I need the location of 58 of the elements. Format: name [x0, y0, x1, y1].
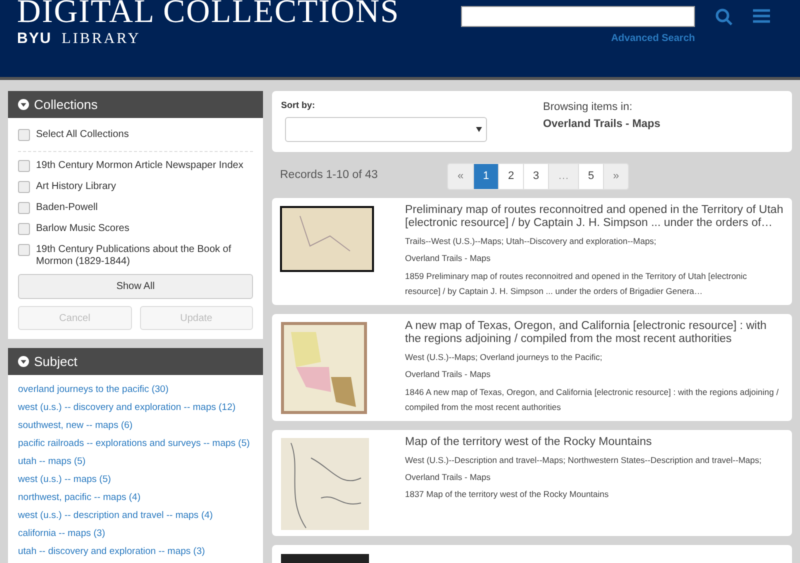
page-button[interactable]: »	[603, 164, 628, 188]
subject-link[interactable]: northwest, pacific -- maps (4)	[18, 491, 253, 504]
checkbox[interactable]	[18, 223, 30, 235]
browsing-collection: Overland Trails - Maps	[543, 116, 660, 132]
result-title[interactable]: Map of the territory west of the Rocky Mountains	[405, 436, 762, 448]
checkbox[interactable]	[18, 244, 30, 256]
checkbox[interactable]	[18, 181, 30, 193]
result-collection: Overland Trails - Maps	[405, 368, 492, 380]
checkbox[interactable]	[18, 202, 30, 214]
page-button[interactable]: 5	[578, 164, 603, 188]
subject-link[interactable]: utah -- maps (5)	[18, 455, 253, 468]
checkbox[interactable]	[18, 160, 30, 172]
result-title[interactable]: Preliminary map of routes reconnoitred and opened in the Territory of Utah [electronic resource] / by Captain J. H. Simpson ... under the orders of…	[405, 204, 784, 230]
result-subjects: West (U.S.)--Maps; Overland journeys to the Pacific;	[405, 350, 604, 363]
subject-link[interactable]: california -- maps (3)	[18, 527, 253, 540]
checkbox-label: 19th Century Publications about the Book of Mormon (1829-1844)	[36, 244, 232, 268]
browsing-label: Browsing items in:	[543, 100, 634, 115]
checkbox-label: Select All Collections	[36, 128, 129, 142]
search-icon[interactable]	[715, 8, 733, 26]
subject-link[interactable]: west (u.s.) -- description and travel -- maps (4)	[18, 509, 253, 522]
checkbox-label: Art History Library	[36, 181, 116, 193]
panel-header[interactable]: Subject	[8, 348, 263, 375]
panel-header[interactable]: Collections	[8, 91, 263, 118]
result-subjects: West (U.S.)--Description and travel--Maps; Northwestern States--Description and travel--Maps;	[405, 454, 762, 466]
page-button[interactable]: …	[548, 164, 578, 188]
caret-icon	[476, 126, 482, 132]
page-button[interactable]: 1	[473, 164, 498, 188]
subject-link[interactable]: utah -- discovery and exploration -- maps (3)	[18, 545, 253, 558]
records-count: Records 1-10 of 43	[280, 168, 379, 184]
subject-link[interactable]: west (u.s.) -- maps (5)	[18, 473, 253, 486]
result-collection: Overland Trails - Maps	[405, 470, 492, 484]
collapse-icon	[18, 99, 29, 110]
panel-title: Collections	[34, 96, 98, 114]
sort-label: Sort by:	[281, 99, 316, 112]
collapse-icon	[18, 356, 29, 367]
page-button[interactable]: 3	[523, 164, 548, 188]
result-description: 1837 Map of the territory west of the Rocky Mountains	[405, 488, 610, 502]
show-all-button[interactable]: Show All	[18, 274, 253, 299]
menu-icon[interactable]	[753, 9, 770, 23]
result-description: 1859 Preliminary map of routes reconnoitred and opened in the Territory of Utah [electronic resource] / by Captain J. H. Simpson ... under the orders of Brigadier Genera…	[405, 270, 748, 298]
result-description: 1846 A new map of Texas, Oregon, and California [electronic resource] : with the regions adjoining / compiled from the most recent authorities	[405, 386, 780, 414]
page-button[interactable]: 2	[498, 164, 523, 188]
checkbox-label: Baden-Powell	[36, 202, 98, 214]
page-button[interactable]: «	[448, 164, 473, 188]
subject-link[interactable]: overland journeys to the pacific (30)	[18, 383, 253, 396]
search-field[interactable]	[461, 6, 695, 27]
subject-link[interactable]: pacific railroads -- explorations and surveys -- maps (5)	[18, 437, 253, 450]
checkbox[interactable]	[18, 128, 30, 140]
subject-link[interactable]: southwest, new -- maps (6)	[18, 419, 253, 432]
panel-title: Subject	[34, 352, 78, 371]
subject-link[interactable]: west (u.s.) -- discovery and exploration -- maps (12)	[18, 401, 253, 414]
sort-dropdown[interactable]	[285, 116, 487, 142]
result-collection: Overland Trails - Maps	[405, 252, 492, 265]
checkbox-label: Barlow Music Scores	[36, 223, 130, 235]
checkbox-label: 19th Century Mormon Article Newspaper Index	[36, 160, 244, 172]
result-title[interactable]: A new map of Texas, Oregon, and California [electronic resource] : with the regions adjoining / compiled from the most recent authorities	[405, 320, 784, 346]
advanced-search-link[interactable]: Advanced Search	[611, 31, 695, 46]
result-subjects: Trails--West (U.S.)--Maps; Utah--Discovery and exploration--Maps;	[405, 235, 658, 247]
